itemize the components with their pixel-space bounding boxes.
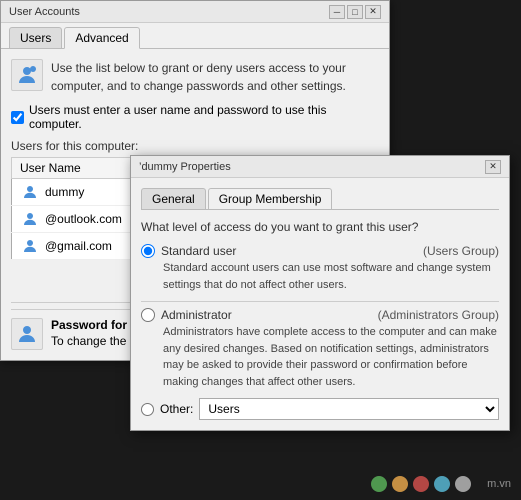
dialog-tab-general[interactable]: General [141,188,206,209]
standard-user-option: Standard user (Users Group) Standard acc… [141,244,499,293]
administrator-group-label: (Administrators Group) [378,308,499,322]
tab-advanced[interactable]: Advanced [64,27,139,49]
maximize-button[interactable]: □ [347,5,363,19]
info-section: Use the list below to grant or deny user… [11,59,379,95]
standard-user-radio[interactable] [141,244,155,258]
tab-users[interactable]: Users [9,27,62,48]
color-dot-5 [455,476,471,492]
color-dot-4 [434,476,450,492]
user-icon-large [11,59,43,91]
dialog-tab-group-membership[interactable]: Group Membership [208,188,333,209]
dialog-tab-bar: General Group Membership [141,188,499,210]
checkbox-row: Users must enter a user name and passwor… [11,103,379,131]
dialog-close-button[interactable]: ✕ [485,160,501,174]
administrator-radio[interactable] [141,308,155,322]
row-user-icon [20,182,40,202]
color-dot-3 [413,476,429,492]
other-radio[interactable] [141,403,154,416]
color-dot-2 [392,476,408,492]
dialog-title: ’dummy Properties [139,161,231,173]
standard-user-desc: Standard account users can use most soft… [163,260,499,293]
other-option-row: Other: Users [141,398,499,420]
dialog-question: What level of access do you want to gran… [141,220,499,234]
checkbox-label: Users must enter a user name and passwor… [29,103,379,131]
user-accounts-titlebar: User Accounts ─ □ ✕ [1,1,389,23]
info-text: Use the list below to grant or deny user… [51,59,379,95]
administrator-option: Administrator (Administrators Group) Adm… [141,308,499,390]
row-user-icon [20,209,40,229]
minimize-button[interactable]: ─ [329,5,345,19]
administrator-label: Administrator [161,308,232,322]
other-label: Other: [160,402,193,416]
dialog-titlebar: ’dummy Properties ✕ [131,156,509,178]
other-dropdown[interactable]: Users [199,398,499,420]
row-username: dummy [45,185,84,199]
watermark: m.vn [487,478,511,490]
require-password-checkbox[interactable] [11,111,24,124]
section-label: Users for this computer: [11,139,379,153]
dialog-content: General Group Membership What level of a… [131,178,509,430]
color-dot-1 [371,476,387,492]
password-user-icon [11,318,43,350]
row-username: @outlook.com [45,212,122,226]
close-button[interactable]: ✕ [365,5,381,19]
row-user-icon [20,236,40,256]
color-dots [371,476,471,492]
administrator-row: Administrator (Administrators Group) [141,308,499,322]
row-username: @gmail.com [45,239,112,253]
properties-dialog: ’dummy Properties ✕ General Group Member… [130,155,510,431]
administrator-desc: Administrators have complete access to t… [163,324,499,390]
window-controls: ─ □ ✕ [329,5,381,19]
tab-bar: Users Advanced [1,23,389,49]
user-accounts-title: User Accounts [9,6,80,18]
standard-user-label: Standard user [161,244,236,258]
standard-user-row: Standard user (Users Group) [141,244,499,258]
dialog-window-controls: ✕ [485,160,501,174]
standard-user-group-label: (Users Group) [423,244,499,258]
